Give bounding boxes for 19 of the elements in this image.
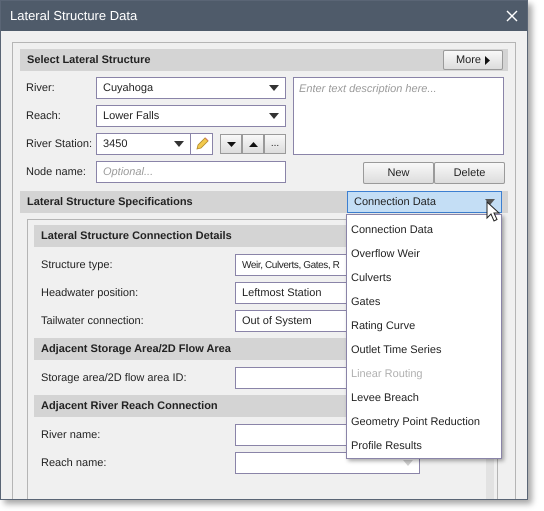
field-label: River Station: [26, 136, 94, 152]
field-label: Tailwater connection: [41, 314, 145, 329]
window-title: Lateral Structure Data [10, 7, 138, 26]
section-title: Lateral Structure Connection Details [41, 228, 232, 244]
section-title: Lateral Structure Specifications [27, 194, 193, 210]
field-label: Node name: [26, 164, 87, 180]
section-title: Adjacent Storage Area/2D Flow Area [41, 342, 231, 357]
field-label: Headwater position: [41, 286, 140, 301]
field-label: Storage area/2D flow area ID: [41, 370, 188, 386]
field-label: Reach: [26, 108, 62, 124]
field-label: Reach name: [41, 456, 108, 471]
field-label: River: [26, 80, 56, 96]
field-value: Weir, Culverts, Gates, R [242, 258, 340, 272]
field-label: River name: [41, 428, 102, 443]
field-label: Structure type: [41, 258, 114, 273]
section-title: Select Lateral Structure [27, 52, 150, 68]
field-value: Leftmost Station [242, 286, 322, 301]
field-value: Out of System [242, 314, 312, 329]
section-title: Adjacent River Reach Connection [41, 398, 218, 414]
